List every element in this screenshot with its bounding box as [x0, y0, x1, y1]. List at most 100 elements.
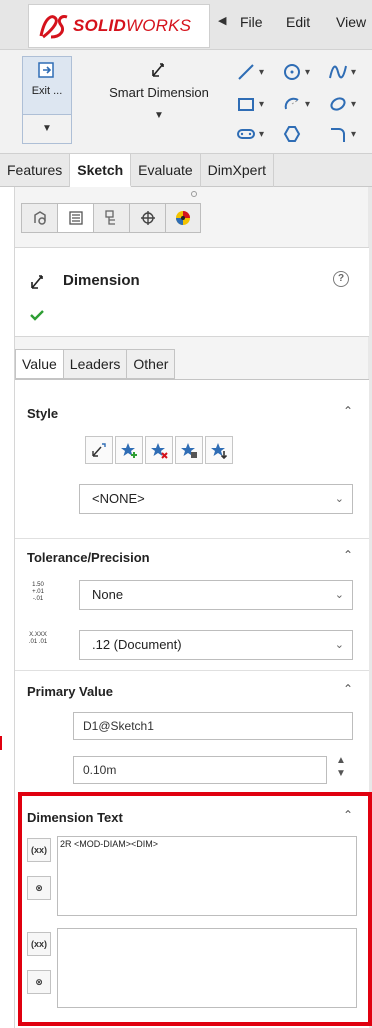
property-manager-tab[interactable] — [57, 203, 93, 233]
tolerance-precision-group: Tolerance/Precision ⌃ 1.50 +.01 -.01 Non… — [15, 542, 369, 662]
dimension-text-area-top[interactable]: 2R <MOD-DIAM><DIM> — [57, 836, 357, 916]
fillet-icon — [331, 128, 345, 142]
arc-tool[interactable]: ▾ — [282, 92, 316, 116]
precision-value: .12 (Document) — [92, 637, 182, 652]
chevron-up-icon[interactable]: ⌃ — [343, 404, 353, 418]
page-title: Dimension — [63, 272, 140, 289]
arc-icon — [284, 97, 299, 110]
help-icon[interactable]: ? — [333, 271, 349, 287]
ellipse-icon — [330, 97, 346, 111]
annotation-marker — [0, 736, 2, 750]
line-tool[interactable]: ▾ — [236, 60, 270, 84]
clear-text-button-lower[interactable]: ⊗ — [27, 970, 51, 994]
tab-evaluate[interactable]: Evaluate — [131, 154, 201, 187]
rectangle-tool[interactable]: ▾ — [236, 92, 270, 116]
spline-tool[interactable]: ▾ — [328, 60, 362, 84]
menu-arrow-icon[interactable]: ◀ — [218, 14, 226, 27]
tab-other[interactable]: Other — [126, 349, 176, 379]
style-group: Style ⌃ <NONE> ⌄ — [15, 398, 369, 528]
tolerance-type-select[interactable]: None ⌄ — [79, 580, 353, 610]
load-style-button[interactable] — [205, 436, 233, 464]
property-manager: Dimension ? Value Leaders Other Style ⌃ — [14, 187, 369, 1028]
exit-dropdown-icon[interactable]: ▼ — [22, 114, 72, 144]
exit-sketch-label: Exit ... — [31, 85, 63, 97]
dimxpert-manager-tab[interactable] — [129, 203, 165, 233]
value-spinner[interactable]: ▲ ▼ — [331, 754, 351, 786]
chevron-up-icon[interactable]: ⌃ — [343, 548, 353, 562]
tab-features[interactable]: Features — [0, 154, 71, 187]
delete-style-button[interactable] — [145, 436, 173, 464]
tolerance-group-title: Tolerance/Precision — [27, 550, 150, 565]
menu-file[interactable]: File — [240, 14, 263, 30]
fillet-tool[interactable]: ▾ — [328, 122, 362, 146]
chevron-up-icon[interactable]: ⌃ — [343, 808, 353, 822]
style-icon-row — [85, 436, 235, 464]
dimension-text-title: Dimension Text — [27, 810, 123, 825]
smart-dimension-dropdown-icon[interactable]: ▼ — [90, 110, 228, 121]
line-icon — [238, 64, 254, 80]
display-manager-icon — [176, 211, 190, 225]
tab-dimxpert[interactable]: DimXpert — [201, 154, 275, 187]
style-group-title: Style — [27, 406, 59, 421]
feature-manager-icon — [33, 211, 46, 225]
precision-icon: X.XXX .01 .01 — [28, 632, 48, 645]
feature-manager-tab[interactable] — [21, 203, 57, 233]
smart-dimension-icon — [152, 63, 164, 77]
chevron-up-icon[interactable]: ⌃ — [343, 682, 353, 696]
dimension-name-field[interactable]: D1@Sketch1 — [73, 712, 353, 740]
configuration-manager-tab[interactable] — [93, 203, 129, 233]
ellipse-tool[interactable]: ▾ — [328, 92, 362, 116]
manager-tabs — [21, 203, 201, 233]
dimension-text-value: 2R <MOD-DIAM><DIM> — [60, 839, 159, 849]
smart-dimension-button[interactable]: Smart Dimension ▼ — [90, 56, 228, 144]
collapse-handle-icon[interactable] — [191, 191, 197, 197]
apply-default-style-button[interactable] — [85, 436, 113, 464]
chevron-down-icon: ⌄ — [334, 589, 344, 601]
slot-icon — [237, 129, 255, 139]
chevron-down-icon: ⌄ — [334, 493, 344, 505]
dimension-sub-tabs: Value Leaders Other — [15, 349, 176, 379]
property-list-icon — [68, 211, 83, 225]
exit-sketch-button[interactable]: Exit ... — [22, 56, 72, 114]
solidworks-logo[interactable]: SOLIDWORKS — [28, 4, 210, 48]
menu-view[interactable]: View — [336, 14, 366, 30]
star-load-icon — [211, 443, 228, 459]
spline-icon — [329, 65, 347, 79]
tolerance-type-icon: 1.50 +.01 -.01 — [32, 582, 44, 602]
star-delete-icon — [151, 443, 168, 459]
save-style-button[interactable] — [175, 436, 203, 464]
crosshair-icon — [140, 211, 155, 225]
menu-edit[interactable]: Edit — [286, 14, 310, 30]
divider — [15, 538, 369, 539]
apply-style-icon — [92, 443, 106, 457]
add-style-button[interactable] — [115, 436, 143, 464]
circle-tool[interactable]: ▾ — [282, 60, 316, 84]
primary-value-title: Primary Value — [27, 684, 113, 699]
brand-name: SOLIDWORKS — [73, 16, 192, 35]
dimension-value-field[interactable]: 0.10m — [73, 756, 327, 784]
style-select-value: <NONE> — [92, 491, 145, 506]
tab-value[interactable]: Value — [15, 349, 63, 379]
configuration-icon — [104, 210, 115, 225]
slot-tool[interactable]: ▾ — [236, 122, 270, 146]
property-manager-header: Dimension ? — [15, 247, 369, 337]
star-add-icon — [121, 443, 137, 458]
primary-value-group: Primary Value ⌃ D1@Sketch1 0.10m ▲ ▼ — [15, 676, 369, 796]
polygon-icon — [283, 126, 301, 142]
clear-text-button[interactable]: ⊗ — [27, 876, 51, 900]
dimension-text-group: Dimension Text ⌃ (xx) ⊗ 2R <MOD-DIAM><DI… — [15, 802, 369, 1026]
polygon-tool[interactable] — [282, 122, 316, 146]
dimension-text-area-bottom[interactable] — [57, 928, 357, 1008]
display-manager-tab[interactable] — [165, 203, 201, 233]
ok-checkmark-icon[interactable] — [29, 308, 45, 322]
add-parentheses-button-lower[interactable]: (xx) — [27, 932, 51, 956]
tab-sketch[interactable]: Sketch — [70, 154, 132, 187]
sketch-tools: ▾ ▾ ▾ ▾ ▾ ▾ ▾ ▾ — [234, 56, 372, 146]
command-manager-tabs: Features Sketch Evaluate DimXpert — [0, 154, 372, 187]
style-select[interactable]: <NONE> ⌄ — [79, 484, 353, 514]
tab-leaders[interactable]: Leaders — [62, 349, 127, 379]
add-parentheses-button[interactable]: (xx) — [27, 838, 51, 862]
precision-select[interactable]: .12 (Document) ⌄ — [79, 630, 353, 660]
ds-logo-icon — [39, 15, 68, 39]
smart-dimension-label: Smart Dimension — [109, 85, 209, 100]
